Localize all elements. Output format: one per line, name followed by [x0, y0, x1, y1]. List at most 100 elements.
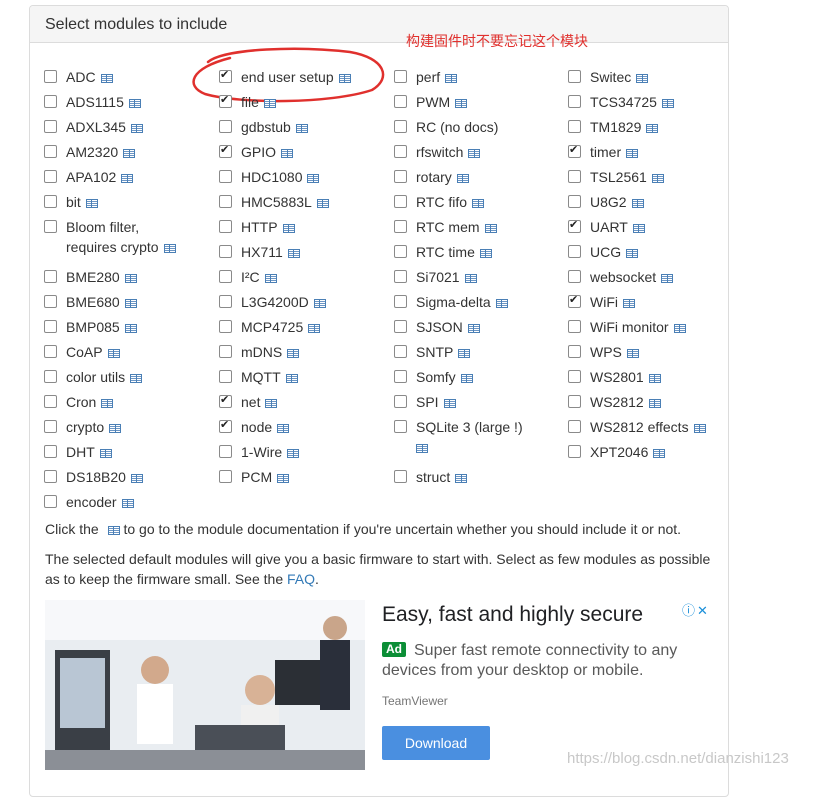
doc-link-icon[interactable] — [472, 199, 485, 208]
module-4-4[interactable]: timer — [568, 142, 639, 162]
module-checkbox[interactable] — [219, 170, 232, 183]
doc-link-icon[interactable] — [121, 499, 134, 508]
module-checkbox[interactable] — [568, 320, 581, 333]
module-checkbox[interactable] — [394, 295, 407, 308]
doc-link-icon[interactable] — [495, 299, 508, 308]
module-checkbox[interactable] — [219, 143, 232, 158]
module-1-5[interactable]: APA102 — [44, 167, 134, 187]
doc-link-icon[interactable] — [661, 274, 674, 283]
doc-link-icon[interactable] — [101, 399, 114, 408]
module-2-6[interactable]: HMC5883L — [219, 192, 329, 212]
module-2-5[interactable]: HDC1080 — [219, 167, 320, 187]
doc-link-icon[interactable] — [124, 299, 137, 308]
module-1-11[interactable]: CoAP — [44, 342, 120, 362]
module-4-5[interactable]: TSL2561 — [568, 167, 664, 187]
doc-link-icon[interactable] — [626, 249, 639, 258]
module-4-15[interactable]: WS2812 effects — [568, 417, 706, 437]
module-1-12[interactable]: color utils — [44, 367, 143, 387]
module-4-9[interactable]: websocket — [568, 267, 674, 287]
module-checkbox[interactable] — [44, 295, 57, 308]
doc-link-icon[interactable] — [651, 174, 664, 183]
faq-link[interactable]: FAQ — [287, 571, 315, 587]
doc-link-icon[interactable] — [636, 74, 649, 83]
module-1-4[interactable]: AM2320 — [44, 142, 136, 162]
doc-link-icon[interactable] — [673, 324, 686, 333]
doc-link-icon[interactable] — [124, 274, 137, 283]
doc-link-icon[interactable] — [458, 349, 471, 358]
module-checkbox[interactable] — [394, 270, 407, 283]
module-1-17[interactable]: encoder — [44, 492, 134, 512]
module-checkbox[interactable] — [394, 420, 407, 433]
module-3-9[interactable]: Si7021 — [394, 267, 477, 287]
module-checkbox[interactable] — [568, 143, 581, 158]
module-3-3[interactable]: RC (no docs) — [394, 117, 498, 137]
doc-link-icon[interactable] — [282, 224, 295, 233]
module-checkbox[interactable] — [219, 370, 232, 383]
doc-link-icon[interactable] — [124, 324, 137, 333]
module-2-1[interactable]: end user setup — [219, 67, 351, 87]
doc-link-icon[interactable] — [445, 74, 458, 83]
ad-title[interactable]: Easy, fast and highly secure — [382, 603, 643, 627]
module-2-8[interactable]: HX711 — [219, 242, 300, 262]
doc-link-icon[interactable] — [456, 174, 469, 183]
module-1-8[interactable]: BME280 — [44, 267, 137, 287]
module-3-5[interactable]: rotary — [394, 167, 469, 187]
doc-link-icon[interactable] — [85, 199, 98, 208]
module-checkbox[interactable] — [44, 420, 57, 433]
module-3-15[interactable]: SQLite 3 (large !) — [394, 417, 523, 453]
module-1-13[interactable]: Cron — [44, 392, 114, 412]
module-1-9[interactable]: BME680 — [44, 292, 137, 312]
doc-link-icon[interactable] — [626, 349, 639, 358]
module-3-16[interactable]: struct — [394, 467, 468, 487]
module-checkbox[interactable] — [44, 220, 57, 233]
module-checkbox[interactable] — [394, 370, 407, 383]
module-4-14[interactable]: WS2812 — [568, 392, 661, 412]
module-2-17[interactable]: PCM — [219, 467, 290, 487]
module-checkbox[interactable] — [44, 120, 57, 133]
doc-link-icon[interactable] — [443, 399, 456, 408]
module-checkbox[interactable] — [568, 293, 581, 308]
module-3-11[interactable]: SJSON — [394, 317, 480, 337]
ad-image[interactable] — [45, 600, 365, 770]
module-checkbox[interactable] — [44, 395, 57, 408]
module-1-15[interactable]: DHT — [44, 442, 112, 462]
doc-link-icon[interactable] — [295, 124, 308, 133]
module-3-8[interactable]: RTC time — [394, 242, 492, 262]
doc-link-icon[interactable] — [130, 474, 143, 483]
module-checkbox[interactable] — [219, 320, 232, 333]
doc-link-icon[interactable] — [648, 399, 661, 408]
doc-link-icon[interactable] — [468, 149, 481, 158]
module-checkbox[interactable] — [568, 245, 581, 258]
module-checkbox[interactable] — [219, 345, 232, 358]
doc-link-icon[interactable] — [467, 324, 480, 333]
module-checkbox[interactable] — [219, 220, 232, 233]
module-checkbox[interactable] — [568, 120, 581, 133]
doc-link-icon[interactable] — [109, 424, 122, 433]
module-checkbox[interactable] — [44, 95, 57, 108]
ad-advertiser[interactable]: TeamViewer — [382, 694, 448, 708]
doc-link-icon[interactable] — [455, 474, 468, 483]
module-checkbox[interactable] — [568, 95, 581, 108]
module-4-11[interactable]: WiFi monitor — [568, 317, 686, 337]
module-3-12[interactable]: SNTP — [394, 342, 471, 362]
module-4-2[interactable]: TCS34725 — [568, 92, 674, 112]
module-2-14[interactable]: net — [219, 392, 278, 412]
doc-link-icon[interactable] — [121, 174, 134, 183]
module-checkbox[interactable] — [394, 120, 407, 133]
doc-link-icon[interactable] — [107, 349, 120, 358]
module-checkbox[interactable] — [568, 420, 581, 433]
doc-link-icon[interactable] — [632, 224, 645, 233]
module-1-6[interactable]: bit — [44, 192, 98, 212]
module-checkbox[interactable] — [44, 370, 57, 383]
module-checkbox[interactable] — [44, 70, 57, 83]
module-2-7[interactable]: HTTP — [219, 217, 295, 237]
module-4-13[interactable]: WS2801 — [568, 367, 661, 387]
doc-link-icon[interactable] — [99, 449, 112, 458]
module-checkbox[interactable] — [219, 470, 232, 483]
module-checkbox[interactable] — [394, 245, 407, 258]
module-checkbox[interactable] — [394, 95, 407, 108]
doc-link-icon[interactable] — [130, 124, 143, 133]
module-3-13[interactable]: Somfy — [394, 367, 473, 387]
doc-link-icon[interactable] — [479, 249, 492, 258]
module-checkbox[interactable] — [44, 170, 57, 183]
